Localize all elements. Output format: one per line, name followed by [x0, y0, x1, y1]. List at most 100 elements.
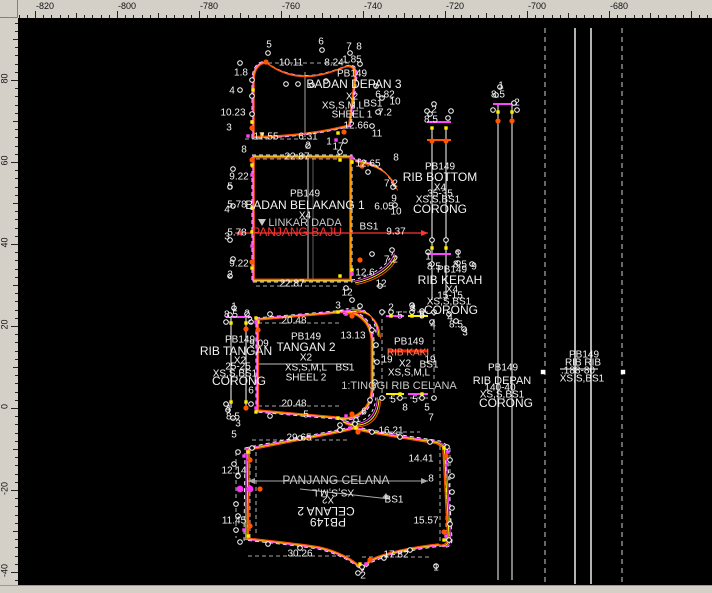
- selected-point[interactable]: [237, 486, 244, 493]
- pattern-point[interactable]: [236, 450, 241, 455]
- grade-point-yellow[interactable]: [254, 410, 257, 413]
- grade-point-orange[interactable]: [247, 457, 252, 462]
- pattern-point[interactable]: [368, 398, 373, 403]
- guide-point[interactable]: [621, 370, 625, 374]
- grade-point-magenta[interactable]: [246, 134, 249, 137]
- grade-point-yellow[interactable]: [229, 321, 232, 324]
- pattern-point[interactable]: [320, 48, 325, 53]
- pattern-point[interactable]: [450, 490, 455, 495]
- pattern-point[interactable]: [449, 109, 454, 114]
- grade-point-yellow[interactable]: [510, 110, 513, 113]
- pattern-point[interactable]: [432, 396, 437, 401]
- grade-point-yellow[interactable]: [430, 126, 433, 129]
- pattern-point[interactable]: [446, 116, 451, 121]
- pattern-point[interactable]: [353, 422, 358, 427]
- pattern-point[interactable]: [366, 170, 371, 175]
- pattern-point[interactable]: [420, 396, 425, 401]
- grade-point-yellow[interactable]: [430, 246, 433, 249]
- grade-point-orange[interactable]: [249, 259, 254, 264]
- pattern-point[interactable]: [428, 440, 433, 445]
- pattern-point[interactable]: [380, 396, 385, 401]
- grade-point-orange[interactable]: [243, 405, 248, 410]
- pattern-point[interactable]: [370, 430, 375, 435]
- pattern-point[interactable]: [398, 396, 403, 401]
- pattern-point[interactable]: [284, 82, 289, 87]
- grade-point-yellow[interactable]: [250, 266, 253, 269]
- grade-point-magenta[interactable]: [350, 156, 353, 159]
- pattern-point[interactable]: [268, 414, 273, 419]
- grade-point-magenta[interactable]: [344, 414, 347, 417]
- pattern-point[interactable]: [249, 402, 254, 407]
- grade-point-yellow[interactable]: [358, 562, 361, 565]
- grade-point-yellow[interactable]: [246, 534, 249, 537]
- grade-point-magenta[interactable]: [242, 454, 245, 457]
- drawing-canvas[interactable]: 567810.118.241.85PB1491.8410.23317.556.3…: [18, 18, 712, 585]
- grade-point-yellow[interactable]: [389, 314, 392, 317]
- pattern-point[interactable]: [450, 506, 455, 511]
- pattern-piece[interactable]: [244, 426, 452, 571]
- grade-point-orange[interactable]: [249, 157, 254, 162]
- pattern-point[interactable]: [234, 528, 239, 533]
- selected-point[interactable]: [247, 486, 254, 493]
- grade-point-magenta[interactable]: [350, 272, 353, 275]
- grade-point-yellow[interactable]: [246, 450, 249, 453]
- pattern-point[interactable]: [374, 343, 379, 348]
- grade-point-orange[interactable]: [257, 486, 262, 491]
- pattern-point[interactable]: [425, 109, 430, 114]
- pattern-point[interactable]: [338, 423, 343, 428]
- pattern-point[interactable]: [296, 82, 301, 87]
- grade-point-magenta[interactable]: [444, 534, 447, 537]
- grade-point-orange[interactable]: [495, 118, 500, 123]
- pattern-point[interactable]: [231, 167, 236, 172]
- grade-point-magenta[interactable]: [254, 406, 257, 409]
- pattern-point[interactable]: [250, 94, 255, 99]
- grade-point-orange[interactable]: [349, 411, 354, 416]
- grade-point-magenta[interactable]: [242, 528, 245, 531]
- grade-point-orange[interactable]: [443, 138, 448, 143]
- grade-point-orange[interactable]: [247, 523, 252, 528]
- grade-point-yellow[interactable]: [496, 110, 499, 113]
- pattern-point[interactable]: [370, 124, 375, 129]
- grade-point-yellow[interactable]: [244, 400, 247, 403]
- pattern-point[interactable]: [370, 328, 375, 333]
- grade-point-orange[interactable]: [357, 257, 362, 262]
- pattern-point[interactable]: [358, 304, 363, 309]
- grade-point-yellow[interactable]: [250, 120, 253, 123]
- grade-point-orange[interactable]: [443, 453, 448, 458]
- grade-point-yellow[interactable]: [442, 446, 445, 449]
- pattern-point[interactable]: [450, 474, 455, 479]
- pattern-point[interactable]: [491, 108, 496, 113]
- grade-point-yellow[interactable]: [442, 538, 445, 541]
- pattern-point[interactable]: [430, 238, 435, 243]
- grade-point-yellow[interactable]: [350, 268, 353, 271]
- grade-point-magenta[interactable]: [344, 312, 347, 315]
- pattern-point[interactable]: [338, 428, 343, 433]
- pattern-point[interactable]: [390, 248, 395, 253]
- grade-point-yellow[interactable]: [336, 131, 339, 134]
- pattern-point[interactable]: [447, 538, 452, 543]
- pattern-point[interactable]: [250, 78, 255, 83]
- grade-point-orange[interactable]: [255, 327, 260, 332]
- grade-point-magenta[interactable]: [364, 562, 367, 565]
- pattern-point[interactable]: [380, 310, 385, 315]
- grade-point-magenta[interactable]: [250, 173, 253, 176]
- grade-point-magenta[interactable]: [446, 450, 449, 453]
- pattern-point[interactable]: [266, 51, 271, 56]
- grade-point-yellow[interactable]: [336, 416, 339, 419]
- grade-point-orange[interactable]: [243, 326, 248, 331]
- guide-point[interactable]: [541, 370, 545, 374]
- grade-point-yellow[interactable]: [254, 316, 257, 319]
- pattern-point[interactable]: [268, 312, 273, 317]
- grade-point-orange[interactable]: [509, 118, 514, 123]
- grade-point-yellow[interactable]: [420, 392, 423, 395]
- grade-point-orange[interactable]: [441, 529, 446, 534]
- grade-point-yellow[interactable]: [350, 160, 353, 163]
- grade-point-yellow[interactable]: [444, 126, 447, 129]
- grade-point-orange[interactable]: [249, 125, 254, 130]
- grade-point-magenta[interactable]: [250, 244, 253, 247]
- pattern-point[interactable]: [266, 542, 271, 547]
- grade-point-orange[interactable]: [429, 138, 434, 143]
- pattern-point[interactable]: [448, 522, 453, 527]
- pattern-point[interactable]: [370, 252, 375, 257]
- pattern-point[interactable]: [238, 540, 243, 545]
